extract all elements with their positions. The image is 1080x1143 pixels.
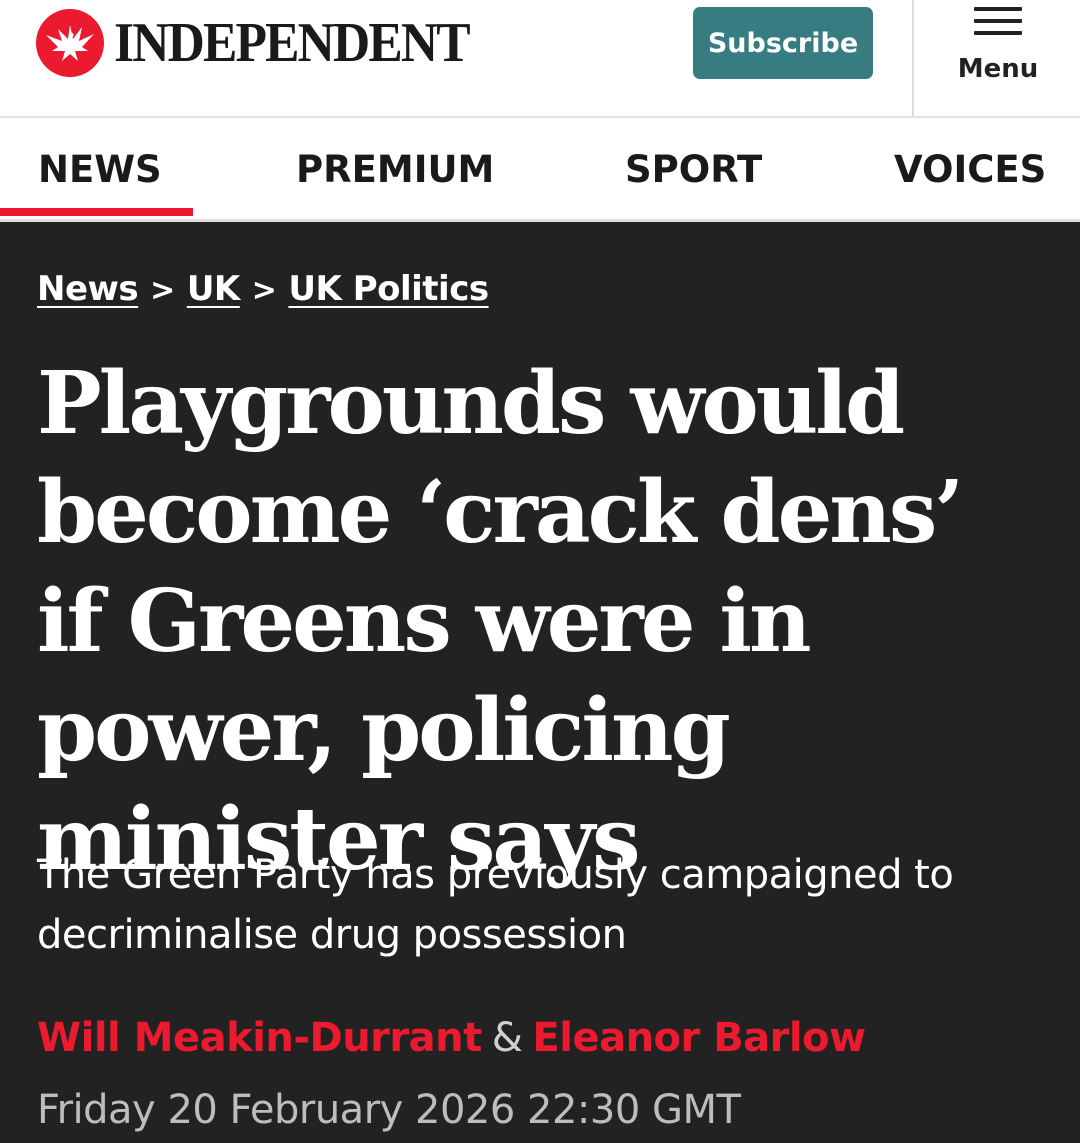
site-header: INDEPENDENT Subscribe Menu xyxy=(0,0,1080,118)
breadcrumb-uk-politics[interactable]: UK Politics xyxy=(288,269,489,309)
tab-premium[interactable]: PREMIUM xyxy=(296,118,494,220)
menu-label: Menu xyxy=(957,54,1039,84)
section-nav: NEWS PREMIUM SPORT VOICES xyxy=(0,118,1080,222)
tab-news[interactable]: NEWS xyxy=(38,118,162,220)
byline: Will Meakin-Durrant & Eleanor Barlow xyxy=(37,1015,866,1061)
tab-sport[interactable]: SPORT xyxy=(625,118,762,220)
author-link[interactable]: Will Meakin-Durrant xyxy=(37,1015,482,1061)
article-standfirst: The Green Party has previously campaigne… xyxy=(37,852,954,958)
author-joiner: & xyxy=(491,1015,523,1061)
header-divider xyxy=(912,0,914,116)
publish-date: Friday 20 February 2026 22:30 GMT xyxy=(37,1087,741,1133)
subscribe-button[interactable]: Subscribe xyxy=(693,7,873,79)
breadcrumb-news[interactable]: News xyxy=(37,269,139,309)
breadcrumb-separator: > xyxy=(251,273,277,308)
site-logo[interactable]: INDEPENDENT xyxy=(36,8,500,78)
hamburger-icon xyxy=(974,7,1022,43)
active-tab-indicator xyxy=(0,208,193,216)
breadcrumb: News > UK > UK Politics xyxy=(37,269,489,309)
menu-button[interactable]: Menu xyxy=(916,0,1080,116)
author-link[interactable]: Eleanor Barlow xyxy=(532,1015,866,1061)
article-hero: News > UK > UK Politics Playgrounds woul… xyxy=(0,225,1080,1143)
article-headline: Playgrounds would become ‘crack dens’ if… xyxy=(37,353,964,890)
breadcrumb-separator: > xyxy=(150,273,175,308)
breadcrumb-uk[interactable]: UK xyxy=(187,269,240,309)
brand-wordmark: INDEPENDENT xyxy=(114,12,471,74)
eagle-icon xyxy=(36,9,104,77)
tab-voices[interactable]: VOICES xyxy=(894,118,1046,220)
